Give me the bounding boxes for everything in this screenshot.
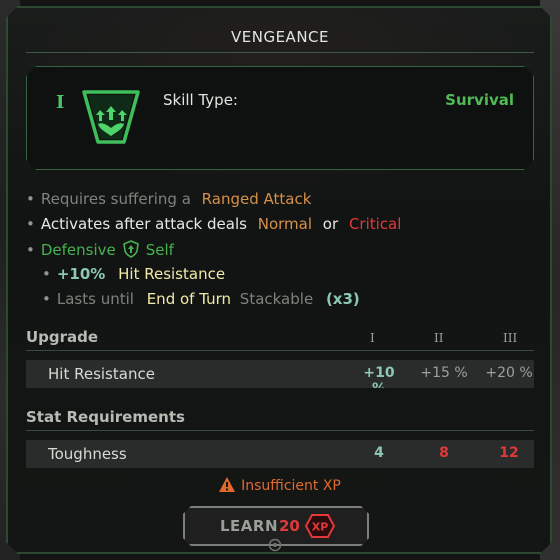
skill-rank: I [56,92,65,113]
hit-resistance-keyword: Hit Resistance [118,265,226,283]
bullet: • [42,290,51,308]
warning-icon [219,477,236,492]
insufficient-xp-warning: Insufficient XP [0,477,560,494]
stackable-text: Stackable [239,290,314,308]
skill-type-label: Skill Type: [163,91,238,109]
effect-activates: • Activates after attack deals Normal or … [26,215,401,233]
bullet: • [42,265,51,283]
upgrade-row-label: Hit Resistance [48,365,155,383]
requirement-row-toughness: Toughness 4 8 12 [26,440,534,468]
stat-requirements-header: Stat Requirements [26,408,185,426]
end-of-turn-keyword: End of Turn [146,290,232,308]
requirement-value-tier-2: 8 [439,445,449,461]
defensive-keyword: Defensive [40,241,116,259]
requirement-value-tier-1: 4 [374,445,384,461]
normal-keyword: Normal [257,215,313,233]
upgrade-value-tier-3: +20 % [485,365,533,381]
learn-label: LEARN [220,517,279,535]
title-divider [26,52,534,53]
xp-badge-text: XP [312,521,329,534]
effect-requires: • Requires suffering a Ranged Attack [26,190,311,208]
critical-keyword: Critical [348,215,402,233]
upgrade-value-tier-2: +15 % [420,365,468,381]
survival-skill-icon [82,90,140,144]
defensive-shield-icon [122,240,139,258]
lasts-until-text: Lasts until [56,290,134,308]
effect-duration: • Lasts until End of Turn Stackable (x3) [42,290,360,308]
hit-resistance-amount: +10% [56,265,106,283]
skill-type-value: Survival [445,91,514,109]
effect-hit-resistance: • +10% Hit Resistance [42,265,225,283]
self-keyword: Self [145,241,174,259]
upgrade-divider [26,350,534,351]
upgrade-header: Upgrade [26,328,99,346]
xp-badge-icon: XP [305,514,335,538]
upgrade-row-hit-resistance: Hit Resistance +10 % +15 % +20 % [26,360,534,388]
requirement-row-label: Toughness [48,445,127,463]
requirements-divider [26,430,534,431]
activates-text: Activates after attack deals [40,215,247,233]
bullet: • [26,190,35,208]
tier-3-label: III [503,331,518,345]
or-text: or [322,215,339,233]
ranged-attack-keyword: Ranged Attack [201,190,312,208]
tier-2-label: II [434,331,444,345]
stack-count: (x3) [325,290,360,308]
effect-defensive: • Defensive Self [26,240,174,259]
bullet: • [26,241,35,259]
warning-text: Insufficient XP [241,478,341,494]
skill-title: VENGEANCE [231,28,329,46]
tier-1-label: I [370,331,375,345]
bullet: • [26,215,35,233]
controller-hint-icon [268,538,282,552]
requirement-value-tier-3: 12 [499,445,519,461]
learn-cost: 20 [279,517,300,535]
requires-text: Requires suffering a [40,190,191,208]
